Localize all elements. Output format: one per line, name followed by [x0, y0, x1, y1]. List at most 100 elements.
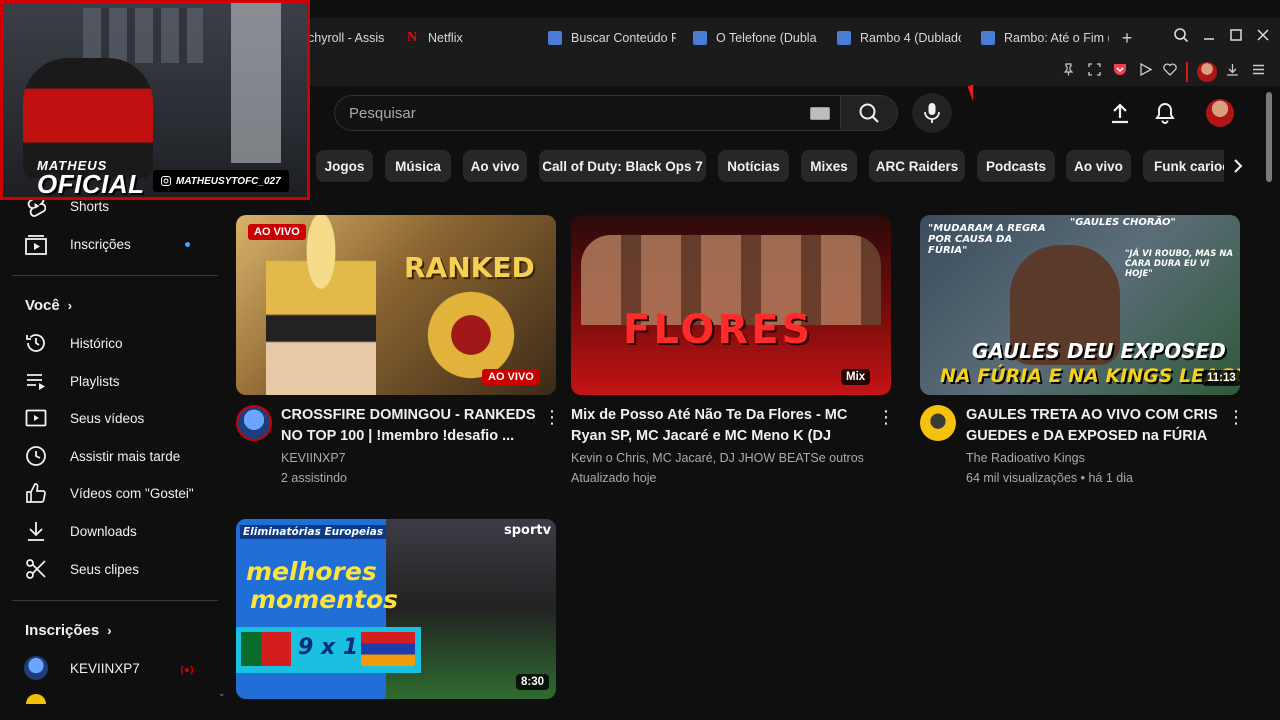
sidebar-item-label: Downloads [70, 523, 137, 539]
keyboard-icon[interactable] [810, 107, 830, 120]
video-thumbnail[interactable]: FLORES Mix [571, 215, 891, 395]
pin-icon[interactable] [1058, 62, 1078, 82]
doc-icon [837, 31, 851, 45]
thumbnail-brand: sportv [504, 523, 552, 538]
thumbnail-character [266, 215, 376, 395]
sidebar-divider [12, 600, 218, 601]
sidebar-item-label: Inscrições [70, 236, 131, 252]
doc-icon [693, 31, 707, 45]
search-input[interactable]: Pesquisar [334, 95, 840, 131]
instagram-icon [161, 176, 171, 186]
notifications-button[interactable] [1152, 100, 1178, 126]
profile-avatar-icon[interactable] [1197, 62, 1217, 82]
more-options-icon[interactable]: ⋮ [877, 407, 895, 427]
tab-o-telefone[interactable]: O Telefone (Dublac [693, 18, 817, 58]
sidebar-item-videos-com-gostei[interactable]: Vídeos com "Gostei" [24, 475, 194, 511]
chip-arc-raiders[interactable]: ARC Raiders [869, 150, 965, 182]
sidebar-item-seus-videos[interactable]: Seus vídeos [24, 400, 144, 436]
menu-icon[interactable] [1248, 62, 1268, 82]
video-thumbnail[interactable]: "MUDARAM A REGRA POR CAUSA DA FÚRIA" "GA… [920, 215, 1240, 395]
portugal-flag-icon [241, 632, 291, 666]
duration-badge: 8:30 [516, 674, 550, 690]
chips-next-button[interactable] [1224, 150, 1252, 182]
duration-badge: 11:13 [1202, 370, 1240, 386]
thumbnail-text: FLORES [623, 307, 814, 353]
video-channel[interactable]: The Radioativo Kings [966, 448, 1085, 468]
channel-avatar[interactable] [920, 405, 956, 441]
sidebar-subscriptions-heading[interactable]: Inscrições › [25, 622, 112, 639]
new-content-dot [185, 242, 190, 247]
sidebar-item-historico[interactable]: Histórico [24, 325, 123, 361]
sidebar-item-label: Shorts [70, 198, 110, 214]
sidebar-item-label: Seus vídeos [70, 410, 145, 426]
video-thumbnail[interactable]: Eliminatórias Europeias melhores momento… [236, 519, 556, 699]
more-options-icon[interactable]: ⋮ [543, 407, 561, 427]
heart-icon[interactable] [1160, 62, 1180, 82]
tab-buscar-conteudo[interactable]: Buscar Conteúdo F [548, 18, 676, 58]
sidebar-item-seus-clipes[interactable]: Seus clipes [24, 551, 139, 587]
sidebar-heading-label: Você [25, 297, 60, 314]
webcam-window-light [231, 3, 281, 163]
new-tab-button[interactable]: + [1117, 28, 1137, 48]
tab-crunchyroll[interactable]: chyroll - Assis [308, 18, 388, 58]
chip-podcasts[interactable]: Podcasts [977, 150, 1055, 182]
more-options-icon[interactable]: ⋮ [1227, 407, 1245, 427]
channel-avatar[interactable] [236, 405, 272, 441]
video-title[interactable]: Mix de Posso Até Não Te Da Flores - MC R… [571, 405, 871, 447]
sidebar-item-downloads[interactable]: Downloads [24, 513, 137, 549]
chip-funk-carioca[interactable]: Funk carioc [1143, 150, 1235, 182]
video-meta: 64 mil visualizações • há 1 dia [966, 471, 1133, 485]
pocket-icon[interactable] [1110, 62, 1130, 82]
search-tabs-icon[interactable] [1170, 27, 1192, 49]
upload-button[interactable] [1107, 100, 1133, 126]
video-title[interactable]: CROSSFIRE DOMINGOU - RANKEDS NO TOP 100 … [281, 405, 543, 447]
chevron-right-icon: › [67, 298, 73, 313]
chip-musica[interactable]: Música [385, 150, 451, 182]
tab-rambo-ate-o-fim[interactable]: Rambo: Até o Fim ( [981, 18, 1109, 58]
page-scrollbar[interactable] [1266, 92, 1272, 182]
sidebar-item-label: Seus clipes [70, 561, 140, 577]
search-button[interactable] [840, 95, 898, 131]
chip-mixes[interactable]: Mixes [801, 150, 857, 182]
download-icon [24, 519, 48, 543]
sidebar-item-label: Vídeos com "Gostei" [70, 485, 194, 501]
video-meta: 2 assistindo [281, 471, 348, 485]
channel-avatar [24, 656, 48, 680]
chip-ao-vivo-2[interactable]: Ao vivo [1066, 150, 1131, 182]
video-channel[interactable]: KEVIINXP7 [281, 448, 346, 468]
sidebar-divider [12, 275, 218, 276]
tab-netflix[interactable]: N Netflix [405, 18, 525, 58]
tab-label: Rambo 4 (Dublado [860, 31, 961, 45]
thumbnail-text: RANKED [404, 251, 535, 284]
screenshot-icon[interactable] [1084, 62, 1104, 82]
sidebar-item-keviinxp7[interactable]: KEVIINXP7 [24, 650, 140, 686]
playlists-icon [24, 369, 48, 393]
sidebar-item-inscricoes[interactable]: Inscrições [24, 226, 131, 262]
chip-noticias[interactable]: Notícias [718, 150, 789, 182]
video-thumbnail[interactable]: RANKED AO VIVO AO VIVO [236, 215, 556, 395]
voice-search-button[interactable] [912, 93, 952, 133]
chip-call-of-duty[interactable]: Call of Duty: Black Ops 7 [539, 150, 706, 182]
close-icon[interactable] [1252, 27, 1274, 49]
sidebar-you-heading[interactable]: Você › [25, 297, 72, 314]
video-title[interactable]: GAULES TRETA AO VIVO COM CRIS GUEDES e D… [966, 405, 1224, 447]
instagram-handle-text: MATHEUSYTOFC_027 [176, 175, 281, 187]
tab-label: Netflix [428, 31, 463, 45]
history-icon [24, 331, 48, 355]
chip-jogos[interactable]: Jogos [316, 150, 373, 182]
tab-label: chyroll - Assis [308, 31, 385, 45]
account-avatar[interactable] [1206, 99, 1234, 127]
tab-rambo-4[interactable]: Rambo 4 (Dublado [837, 18, 961, 58]
sidebar-scroll-down-icon[interactable]: ⌄ [218, 688, 228, 698]
play-icon[interactable] [1135, 62, 1155, 82]
chevron-right-icon: › [107, 623, 112, 638]
download-icon[interactable] [1222, 62, 1242, 82]
thumbnail-score: 9 x 1 [298, 635, 359, 660]
sidebar-item-playlists[interactable]: Playlists [24, 363, 120, 399]
minimize-icon[interactable] [1198, 27, 1220, 49]
video-channel[interactable]: Kevin o Chris, MC Jacaré, DJ JHOW BEATSe… [571, 448, 864, 468]
sidebar-item-assistir-mais-tarde[interactable]: Assistir mais tarde [24, 438, 180, 474]
doc-icon [548, 31, 562, 45]
maximize-icon[interactable] [1225, 27, 1247, 49]
chip-ao-vivo[interactable]: Ao vivo [463, 150, 527, 182]
